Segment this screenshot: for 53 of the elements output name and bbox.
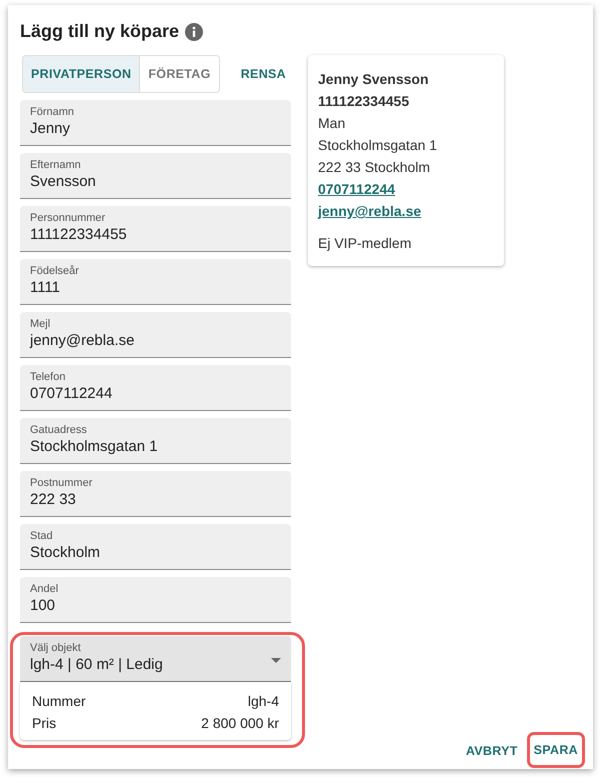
field-label: Förnamn [30, 106, 74, 119]
field-label: Födelseår [30, 265, 79, 278]
field-value: 100 [30, 596, 56, 615]
field-value: jenny@rebla.se [30, 331, 134, 350]
tab[interactable]: PRIVATPERSON [23, 56, 140, 92]
field-label: Mejl [30, 318, 50, 331]
clear-button[interactable]: RENSA [236, 63, 291, 85]
detail-label: Nummer [32, 692, 86, 710]
highlighted-action-button[interactable]: SPARA [526, 732, 585, 768]
text-field[interactable]: Personnummer 111122334455 [20, 206, 291, 252]
text-field[interactable]: Födelseår 1111 [20, 259, 291, 305]
select-field[interactable]: Välj objekt lgh-4 | 60 m² | Ledig [20, 636, 291, 682]
detail-label: Pris [32, 714, 56, 732]
text-field[interactable]: Postnummer 222 33 [20, 471, 291, 517]
summary-text: Stockholmsgatan 1 [318, 136, 438, 155]
summary-text: 222 33 Stockholm [318, 158, 430, 177]
field-value: Stockholm [30, 543, 100, 562]
field-label: Postnummer [30, 477, 92, 490]
contact-link[interactable]: 0707112244 [318, 178, 396, 200]
field-label: Efternamn [30, 159, 81, 172]
action-button[interactable]: AVBRYT [460, 740, 523, 762]
info-icon[interactable] [185, 22, 204, 40]
field-value: 1111 [30, 278, 60, 297]
field-label: Stad [30, 530, 53, 543]
field-value: 111122334455 [30, 225, 127, 244]
text-field[interactable]: Telefon 0707112244 [20, 365, 291, 411]
field-label: Telefon [30, 371, 66, 384]
dropdown-caret-icon[interactable] [271, 658, 281, 663]
text-field[interactable]: Stad Stockholm [20, 524, 291, 570]
field-label: Andel [30, 583, 58, 596]
field-label: Gatuadress [30, 424, 87, 437]
text-field[interactable]: Efternamn Svensson [20, 153, 291, 199]
field-value: Stockholmsgatan 1 [30, 437, 158, 456]
membership-status: Ej VIP-medlem [318, 234, 412, 253]
contact-link[interactable]: jenny@rebla.se [318, 200, 422, 222]
text-field[interactable]: Mejl jenny@rebla.se [20, 312, 291, 358]
field-value: lgh-4 | 60 m² | Ledig [30, 655, 163, 674]
text-field[interactable]: Andel 100 [20, 577, 291, 623]
summary-text: 111122334455 [318, 92, 410, 111]
summary-text: Jenny Svensson [318, 70, 428, 89]
field-label: Välj objekt [30, 642, 81, 655]
text-field[interactable]: Gatuadress Stockholmsgatan 1 [20, 418, 291, 464]
summary-text: Man [318, 114, 346, 133]
field-value: 222 33 [30, 490, 76, 509]
field-value: Svensson [30, 172, 96, 191]
text-field[interactable]: Förnamn Jenny [20, 100, 291, 146]
detail-value: 2 800 000 kr [201, 714, 279, 732]
dialog-title: Lägg till ny köpare [20, 21, 180, 42]
field-label: Personnummer [30, 212, 106, 225]
tab[interactable]: FÖRETAG [139, 56, 219, 92]
detail-value: lgh-4 [248, 692, 279, 710]
field-value: Jenny [30, 119, 70, 138]
field-value: 0707112244 [30, 384, 112, 403]
